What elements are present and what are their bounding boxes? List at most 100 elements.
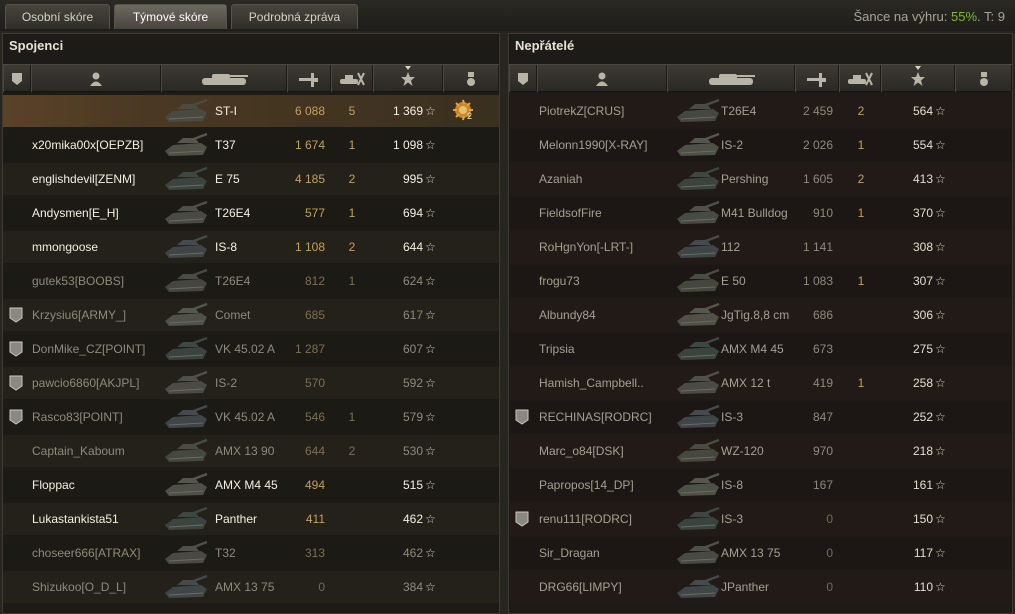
player-name[interactable]: Azaniah (539, 163, 669, 195)
experience-value: 462 (402, 546, 423, 560)
player-name[interactable]: RECHINAS[RODRC] (539, 401, 669, 433)
player-name[interactable]: Andysmen[E_H] (32, 197, 162, 229)
star-icon: ☆ (935, 308, 946, 322)
star-icon: ☆ (935, 410, 946, 424)
kills-column-icon[interactable] (839, 65, 881, 92)
tab-detailed-report[interactable]: Podrobná zpráva (231, 4, 358, 29)
table-row[interactable]: DRG66[LIMPY] JPanther 0 110 ☆ (509, 571, 1012, 603)
player-name[interactable]: Krzysiu6[ARMY_] (32, 299, 162, 331)
experience-value: 1 098 (392, 138, 423, 152)
player-name[interactable]: Lukastankista51 (32, 503, 162, 535)
tab-team-score[interactable]: Týmové skóre (114, 4, 227, 29)
table-row[interactable]: choseer666[ATRAX] T32 313 462 ☆ (3, 537, 499, 569)
kills-value (855, 435, 867, 467)
table-row[interactable]: gutek53[BOOBS] T26E4 812 1 624 ☆ (3, 265, 499, 297)
player-name[interactable]: Rasco83[POINT] (32, 401, 162, 433)
table-row[interactable]: FieldsofFire M41 Bulldog 910 1 370 ☆ (509, 197, 1012, 229)
table-row[interactable]: ST-I 6 088 5 1 369 ☆ 2 (3, 95, 499, 127)
star-icon: ☆ (935, 512, 946, 526)
player-name[interactable]: pawcio6860[AKJPL] (32, 367, 162, 399)
allies-column-header (3, 64, 499, 92)
player-name[interactable]: Marc_o84[DSK] (539, 435, 669, 467)
tank-icon (161, 573, 209, 601)
player-name[interactable]: mmongoose (32, 231, 162, 263)
player-name[interactable]: Shizukoo[O_D_L] (32, 571, 162, 603)
table-row[interactable]: RoHgnYon[-LRT-] 112 1 141 308 ☆ (509, 231, 1012, 263)
tank-icon (161, 199, 209, 227)
table-row[interactable]: mmongoose IS-8 1 108 2 644 ☆ (3, 231, 499, 263)
tab-personal-score[interactable]: Osobní skóre (5, 4, 110, 29)
player-name[interactable]: Floppac (32, 469, 162, 501)
player-name[interactable]: renu111[RODRC] (539, 503, 669, 535)
kills-column-icon[interactable] (331, 65, 373, 92)
player-column-icon[interactable] (537, 65, 667, 92)
player-name[interactable]: Papropos[14_DP] (539, 469, 669, 501)
squad-column-icon[interactable] (3, 65, 31, 92)
tank-icon (673, 165, 721, 193)
table-row[interactable]: pawcio6860[AKJPL] IS-2 570 592 ☆ (3, 367, 499, 399)
damage-value: 313 (304, 546, 325, 560)
table-row[interactable]: RECHINAS[RODRC] IS-3 847 252 ☆ (509, 401, 1012, 433)
player-name[interactable]: RoHgnYon[-LRT-] (539, 231, 669, 263)
player-name[interactable]: Albundy84 (539, 299, 669, 331)
damage-value: 0 (318, 580, 325, 594)
table-row[interactable]: Rasco83[POINT] VK 45.02 A 546 1 579 ☆ (3, 401, 499, 433)
experience-value: 161 (912, 478, 933, 492)
table-row[interactable]: Shizukoo[O_D_L] AMX 13 75 0 384 ☆ (3, 571, 499, 603)
player-name[interactable]: FieldsofFire (539, 197, 669, 229)
player-name[interactable]: Hamish_Campbell.. (539, 367, 669, 399)
tank-column-icon[interactable] (667, 65, 795, 92)
experience-column-icon[interactable] (373, 65, 443, 92)
table-row[interactable]: Andysmen[E_H] T26E4 577 1 694 ☆ (3, 197, 499, 229)
damage-column-icon[interactable] (795, 65, 839, 92)
table-row[interactable]: Lukastankista51 Panther 411 462 ☆ (3, 503, 499, 535)
squad-column-icon[interactable] (509, 65, 537, 92)
table-row[interactable]: Krzysiu6[ARMY_] Comet 685 617 ☆ (3, 299, 499, 331)
player-name[interactable]: Captain_Kaboum (32, 435, 162, 467)
player-name[interactable]: x20mika00x[OEPZB] (32, 129, 162, 161)
experience-value: 258 (912, 376, 933, 390)
table-row[interactable]: Hamish_Campbell.. AMX 12 t 419 1 258 ☆ (509, 367, 1012, 399)
table-row[interactable]: Floppac AMX M4 45 494 515 ☆ (3, 469, 499, 501)
player-name[interactable]: frogu73 (539, 265, 669, 297)
table-row[interactable]: Tripsia AMX M4 45 673 275 ☆ (509, 333, 1012, 365)
tank-column-icon[interactable] (161, 65, 287, 92)
table-row[interactable]: x20mika00x[OEPZB] T37 1 674 1 1 098 ☆ (3, 129, 499, 161)
player-column-icon[interactable] (31, 65, 161, 92)
enemies-column-header (509, 64, 1012, 92)
tank-name: IS-2 (215, 376, 238, 390)
star-icon: ☆ (425, 172, 436, 186)
player-name[interactable]: Melonn1990[X-RAY] (539, 129, 669, 161)
player-name[interactable]: DonMike_CZ[POINT] (32, 333, 162, 365)
experience-column-icon[interactable] (881, 65, 955, 92)
player-name[interactable]: gutek53[BOOBS] (32, 265, 162, 297)
damage-value: 685 (304, 308, 325, 322)
table-row[interactable]: renu111[RODRC] IS-3 0 150 ☆ (509, 503, 1012, 535)
star-icon: ☆ (425, 478, 436, 492)
medal-column-icon[interactable] (955, 65, 1012, 92)
kills-value (346, 571, 358, 603)
table-row[interactable]: Captain_Kaboum AMX 13 90 644 2 530 ☆ (3, 435, 499, 467)
player-name[interactable] (32, 95, 162, 127)
tank-icon (161, 165, 209, 193)
player-name[interactable]: DRG66[LIMPY] (539, 571, 669, 603)
table-row[interactable]: DonMike_CZ[POINT] VK 45.02 A 1 287 607 ☆ (3, 333, 499, 365)
player-name[interactable]: choseer666[ATRAX] (32, 537, 162, 569)
table-row[interactable]: Azaniah Pershing 1 605 2 413 ☆ (509, 163, 1012, 195)
table-row[interactable]: Melonn1990[X-RAY] IS-2 2 026 1 554 ☆ (509, 129, 1012, 161)
damage-column-icon[interactable] (287, 65, 331, 92)
table-row[interactable]: Papropos[14_DP] IS-8 167 161 ☆ (509, 469, 1012, 501)
medal-column-icon[interactable] (443, 65, 499, 92)
table-row[interactable]: frogu73 E 50 1 083 1 307 ☆ (509, 265, 1012, 297)
player-name[interactable]: PiotrekZ[CRUS] (539, 95, 669, 127)
medal-icon[interactable]: 2 (452, 99, 476, 126)
table-row[interactable]: PiotrekZ[CRUS] T26E4 2 459 2 564 ☆ (509, 95, 1012, 127)
player-name[interactable]: Tripsia (539, 333, 669, 365)
table-row[interactable]: Albundy84 JgTig.8,8 cm 686 306 ☆ (509, 299, 1012, 331)
table-row[interactable]: Sir_Dragan AMX 13 75 0 117 ☆ (509, 537, 1012, 569)
table-row[interactable]: Marc_o84[DSK] WZ-120 970 218 ☆ (509, 435, 1012, 467)
player-name[interactable]: Sir_Dragan (539, 537, 669, 569)
tank-name: IS-3 (721, 512, 744, 526)
table-row[interactable]: englishdevil[ZENM] E 75 4 185 2 995 ☆ (3, 163, 499, 195)
player-name[interactable]: englishdevil[ZENM] (32, 163, 162, 195)
